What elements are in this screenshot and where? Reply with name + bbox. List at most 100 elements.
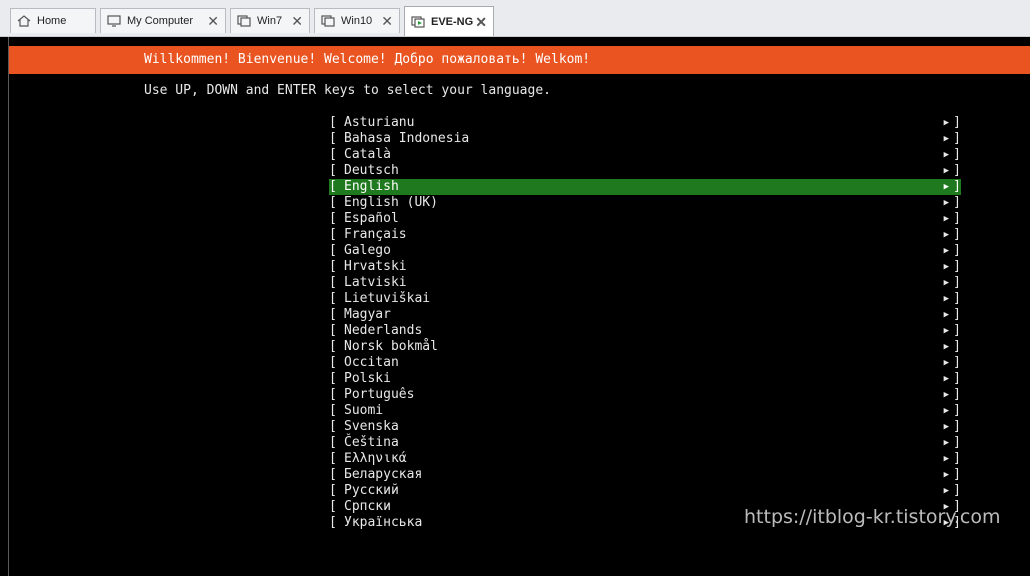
language-label: Hrvatski [344,259,407,274]
language-option[interactable]: [Čeština ▶] [329,435,961,451]
language-label: Nederlands [344,323,423,338]
language-option[interactable]: [Español ▶] [329,211,961,227]
arrow-right-icon: ▶ [943,166,949,176]
arrow-right-icon: ▶ [943,422,949,432]
close-icon[interactable]: ✕ [475,15,487,29]
bracket-close: ] [953,211,961,226]
arrow-right-icon: ▶ [943,182,949,192]
language-option[interactable]: [Português ▶] [329,387,961,403]
bracket-open: [ [329,131,337,146]
bracket-close: ] [953,403,961,418]
bracket-open: [ [329,515,337,530]
language-option[interactable]: [Latviski ▶] [329,275,961,291]
vm-running-icon [411,15,425,28]
language-option[interactable]: [English ▶] [329,179,961,195]
tab-eve-ng[interactable]: EVE-NG ✕ [404,6,494,36]
bracket-open: [ [329,435,337,450]
language-option[interactable]: [Deutsch ▶] [329,163,961,179]
language-option[interactable]: [Lietuviškai ▶] [329,291,961,307]
vm-console[interactable]: Willkommen! Bienvenue! Welcome! Добро по… [8,37,1030,576]
bracket-close: ] [953,323,961,338]
close-icon[interactable]: ✕ [207,14,219,28]
bracket-open: [ [329,195,337,210]
bracket-open: [ [329,227,337,242]
bracket-close: ] [953,275,961,290]
language-label: Occitan [344,355,399,370]
arrow-right-icon: ▶ [943,390,949,400]
welcome-text: Willkommen! Bienvenue! Welcome! Добро по… [144,52,591,67]
watermark: https://itblog-kr.tistory.com [744,506,1001,528]
arrow-right-icon: ▶ [943,406,949,416]
vm-icon [237,15,251,27]
tab-my-computer[interactable]: My Computer ✕ [100,8,226,33]
language-option[interactable]: [Asturianu ▶] [329,115,961,131]
bracket-close: ] [953,307,961,322]
bracket-open: [ [329,403,337,418]
bracket-close: ] [953,131,961,146]
instructions-text: Use UP, DOWN and ENTER keys to select yo… [144,83,551,98]
language-option[interactable]: [English (UK) ▶] [329,195,961,211]
arrow-right-icon: ▶ [943,310,949,320]
language-label: Català [344,147,391,162]
bracket-open: [ [329,419,337,434]
bracket-open: [ [329,275,337,290]
language-option[interactable]: [Norsk bokmål ▶] [329,339,961,355]
language-label: Polski [344,371,391,386]
language-option[interactable]: [ Suomi ▶] [329,403,961,419]
arrow-right-icon: ▶ [943,486,949,496]
language-option[interactable]: [Galego ▶] [329,243,961,259]
arrow-right-icon: ▶ [943,214,949,224]
language-label: Lietuviškai [344,291,431,306]
bracket-open: [ [329,179,337,194]
bracket-open: [ [329,467,337,482]
language-option[interactable]: [Ελληνικά ▶] [329,451,961,467]
tab-label: EVE-NG [431,15,474,28]
language-option[interactable]: [Polski ▶] [329,371,961,387]
language-label: Português [344,387,415,402]
language-label: English (UK) [344,195,438,210]
language-option[interactable]: [Français ▶] [329,227,961,243]
tab-home[interactable]: Home [10,8,96,33]
bracket-open: [ [329,115,337,130]
language-option[interactable]: [Català ▶] [329,147,961,163]
tab-win7[interactable]: Win7 ✕ [230,8,310,33]
language-label: Deutsch [344,163,399,178]
bracket-open: [ [329,243,337,258]
arrow-right-icon: ▶ [943,294,949,304]
bracket-close: ] [953,355,961,370]
tab-bar: Home My Computer ✕ Win7 ✕ Win10 ✕ EVE-NG… [0,0,1030,37]
arrow-right-icon: ▶ [943,118,949,128]
bracket-open: [ [329,163,337,178]
language-option[interactable]: [Hrvatski ▶] [329,259,961,275]
language-label: Українська [344,515,423,530]
close-icon[interactable]: ✕ [291,14,303,28]
bracket-open: [ [329,451,337,466]
bracket-open: [ [329,387,337,402]
bracket-open: [ [329,483,337,498]
language-label: Беларуская [344,467,423,482]
tab-win10[interactable]: Win10 ✕ [314,8,400,33]
language-label: Français [344,227,407,242]
language-option[interactable]: [Русский ▶] [329,483,961,499]
arrow-right-icon: ▶ [943,198,949,208]
bracket-close: ] [953,339,961,354]
bracket-open: [ [329,339,337,354]
language-option[interactable]: [Bahasa Indonesia ▶] [329,131,961,147]
language-option[interactable]: [Беларуская ▶] [329,467,961,483]
language-option[interactable]: [ Nederlands ▶] [329,323,961,339]
language-label: Bahasa Indonesia [344,131,470,146]
tab-label: My Computer [127,15,194,27]
language-label: Suomi [344,403,384,418]
bracket-close: ] [953,467,961,482]
language-label: English [344,179,399,194]
bracket-open: [ [329,323,337,338]
close-icon[interactable]: ✕ [381,14,393,28]
language-label: Español [344,211,399,226]
arrow-right-icon: ▶ [943,278,949,288]
arrow-right-icon: ▶ [943,230,949,240]
language-option[interactable]: [Occitan ▶] [329,355,961,371]
language-option[interactable]: [Magyar ▶] [329,307,961,323]
language-option[interactable]: [Svenska ▶] [329,419,961,435]
arrow-right-icon: ▶ [943,326,949,336]
language-label: Asturianu [344,115,415,130]
